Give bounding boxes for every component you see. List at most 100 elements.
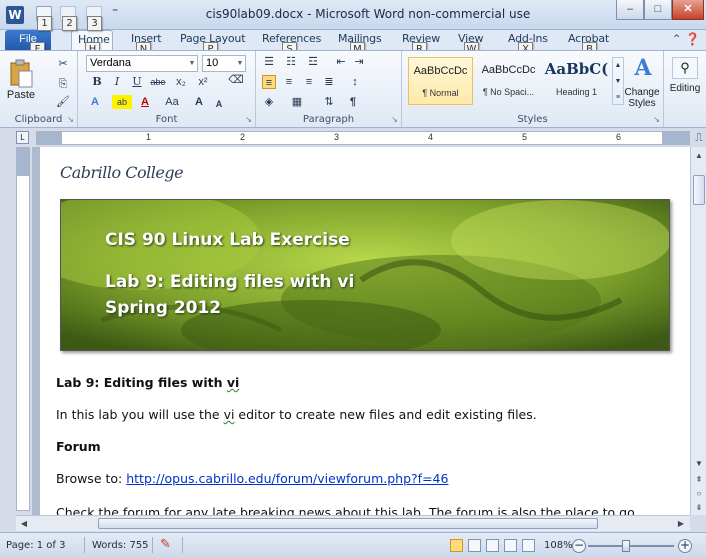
subscript-button[interactable]: x₂ (172, 75, 190, 89)
clipboard-launcher-icon[interactable]: ↘ (67, 115, 74, 124)
vertical-scrollbar[interactable]: ▲ ▼ ⇞ ○ ⇟ (690, 147, 706, 515)
left-strip (0, 147, 16, 515)
document-page[interactable]: Cabrillo College CIS 90 Linux Lab Exerci… (40, 147, 690, 515)
sort-icon[interactable]: ⇅ (322, 95, 336, 109)
previous-page-icon[interactable]: ⇞ (692, 473, 706, 487)
strikethrough-button[interactable]: abe (148, 75, 168, 89)
page-count[interactable]: Page: 1 of 3 (6, 540, 65, 551)
align-right-icon[interactable]: ≡ (302, 75, 316, 89)
grow-font-button[interactable]: A (192, 95, 206, 109)
next-page-icon[interactable]: ⇟ (692, 501, 706, 515)
clipboard-group: Paste ✂ ⎘ 🖌 Clipboard ↘ (0, 51, 78, 127)
maximize-button[interactable]: □ (644, 0, 672, 20)
numbering-icon[interactable]: ☷ (284, 55, 298, 69)
full-screen-reading-view-icon[interactable] (468, 539, 481, 552)
decrease-indent-icon[interactable]: ⇤ (334, 55, 348, 69)
style-no-spacing[interactable]: AaBbCcDc ¶ No Spaci... (476, 57, 541, 105)
scroll-left-icon[interactable]: ◀ (17, 517, 31, 531)
zoom-slider-thumb[interactable] (622, 540, 630, 552)
shading-icon[interactable]: ◈ (262, 95, 276, 109)
print-layout-view-icon[interactable] (450, 539, 463, 552)
proofing-icon[interactable]: ✎ (160, 537, 171, 552)
text-effects-icon[interactable]: A (88, 95, 102, 109)
align-center-icon[interactable]: ≡ (282, 75, 296, 89)
paragraph-launcher-icon[interactable]: ↘ (391, 115, 398, 124)
check-forum-paragraph: Check the forum for any late breaking ne… (56, 505, 635, 515)
style-normal-name: ¶ Normal (422, 88, 459, 98)
line-spacing-icon[interactable]: ↕ (348, 75, 362, 89)
superscript-button[interactable]: x² (194, 75, 212, 89)
shrink-font-button[interactable]: A (212, 97, 226, 111)
bold-button[interactable]: B (90, 75, 104, 89)
change-case-button[interactable]: Aa (162, 95, 182, 109)
bullets-icon[interactable]: ☰ (262, 55, 276, 69)
style-no-spacing-preview: AaBbCcDc (481, 64, 536, 76)
italic-button[interactable]: I (110, 75, 124, 89)
copy-icon[interactable]: ⎘ (56, 77, 70, 91)
ruler-number: 3 (334, 132, 340, 142)
underline-button[interactable]: U (130, 75, 144, 89)
browse-object-icon[interactable]: ○ (692, 487, 706, 501)
style-normal[interactable]: AaBbCcDc ¶ Normal (408, 57, 473, 105)
show-formatting-button[interactable]: ¶ (346, 95, 360, 109)
zoom-slider[interactable] (588, 545, 674, 547)
styles-launcher-icon[interactable]: ↘ (653, 115, 660, 124)
scroll-right-icon[interactable]: ▶ (674, 517, 688, 531)
clear-formatting-icon[interactable]: ⌫ (226, 73, 246, 87)
font-group: Verdana ▼ 10 ▼ B I U abe x₂ x² ⌫ A ab A … (78, 51, 256, 127)
minimize-button[interactable]: – (616, 0, 644, 20)
paste-icon[interactable] (6, 59, 36, 89)
customize-qat-icon[interactable]: ⁼ (112, 5, 118, 19)
word-app-icon[interactable]: W (6, 6, 24, 24)
horizontal-scroll-thumb[interactable] (98, 518, 598, 529)
justify-icon[interactable]: ≣ (322, 75, 336, 89)
style-heading-1-preview: AaBbC( (544, 60, 609, 78)
change-styles-button[interactable]: Change Styles (620, 87, 664, 109)
tab-selector-icon[interactable]: L (16, 131, 29, 144)
vertical-scroll-thumb[interactable] (693, 175, 705, 205)
zoom-in-icon[interactable]: + (678, 539, 692, 553)
editing-button[interactable]: Editing (664, 83, 706, 94)
help-icon[interactable]: ⌃ ❓ (672, 32, 700, 46)
editing-group: ⚲ Editing (664, 51, 706, 127)
zoom-level[interactable]: 108% (544, 540, 573, 551)
ruler-row: L 1 2 3 4 5 6 ⎍ (0, 129, 706, 147)
font-family-combo[interactable]: Verdana ▼ (86, 55, 198, 72)
borders-icon[interactable]: ▦ (290, 95, 304, 109)
cut-icon[interactable]: ✂ (56, 57, 70, 71)
chevron-down-icon[interactable]: ▼ (235, 56, 245, 71)
horizontal-ruler[interactable]: 1 2 3 4 5 6 (36, 131, 690, 145)
scroll-down-icon[interactable]: ▼ (692, 457, 706, 471)
paste-button[interactable]: Paste (2, 89, 40, 101)
forum-link[interactable]: http://opus.cabrillo.edu/forum/viewforum… (126, 471, 448, 486)
banner-lab: Lab 9: Editing files with vi (105, 272, 355, 292)
font-group-label: Font (155, 114, 178, 125)
view-ruler-icon[interactable]: ⎍ (692, 131, 706, 145)
align-left-icon[interactable]: ≡ (262, 75, 276, 89)
highlight-icon[interactable]: ab (112, 95, 132, 109)
font-color-icon[interactable]: A (138, 95, 152, 109)
vertical-ruler[interactable] (16, 147, 30, 511)
web-layout-view-icon[interactable] (486, 539, 499, 552)
change-styles-icon[interactable]: A (624, 55, 662, 85)
ruler-number: 4 (428, 132, 434, 142)
font-size-combo[interactable]: 10 ▼ (202, 55, 246, 72)
keytip-qat2: 2 (62, 16, 77, 31)
increase-indent-icon[interactable]: ⇥ (352, 55, 366, 69)
horizontal-scrollbar[interactable]: ◀ ▶ (16, 515, 690, 531)
style-heading-1-name: Heading 1 (555, 87, 598, 97)
banner-title: CIS 90 Linux Lab Exercise (105, 230, 350, 250)
word-count[interactable]: Words: 755 (92, 540, 149, 551)
outline-view-icon[interactable] (504, 539, 517, 552)
style-heading-1[interactable]: AaBbC( Heading 1 (544, 57, 609, 105)
format-painter-icon[interactable]: 🖌 (56, 95, 70, 109)
close-button[interactable]: ✕ (672, 0, 704, 20)
chevron-down-icon[interactable]: ▼ (187, 56, 197, 71)
font-launcher-icon[interactable]: ↘ (245, 115, 252, 124)
binoculars-icon[interactable]: ⚲ (672, 57, 698, 79)
header-banner: CIS 90 Linux Lab Exercise Lab 9: Editing… (60, 199, 670, 351)
multilevel-list-icon[interactable]: ☲ (306, 55, 320, 69)
scroll-up-icon[interactable]: ▲ (692, 149, 706, 163)
zoom-out-icon[interactable]: − (572, 539, 586, 553)
draft-view-icon[interactable] (522, 539, 535, 552)
